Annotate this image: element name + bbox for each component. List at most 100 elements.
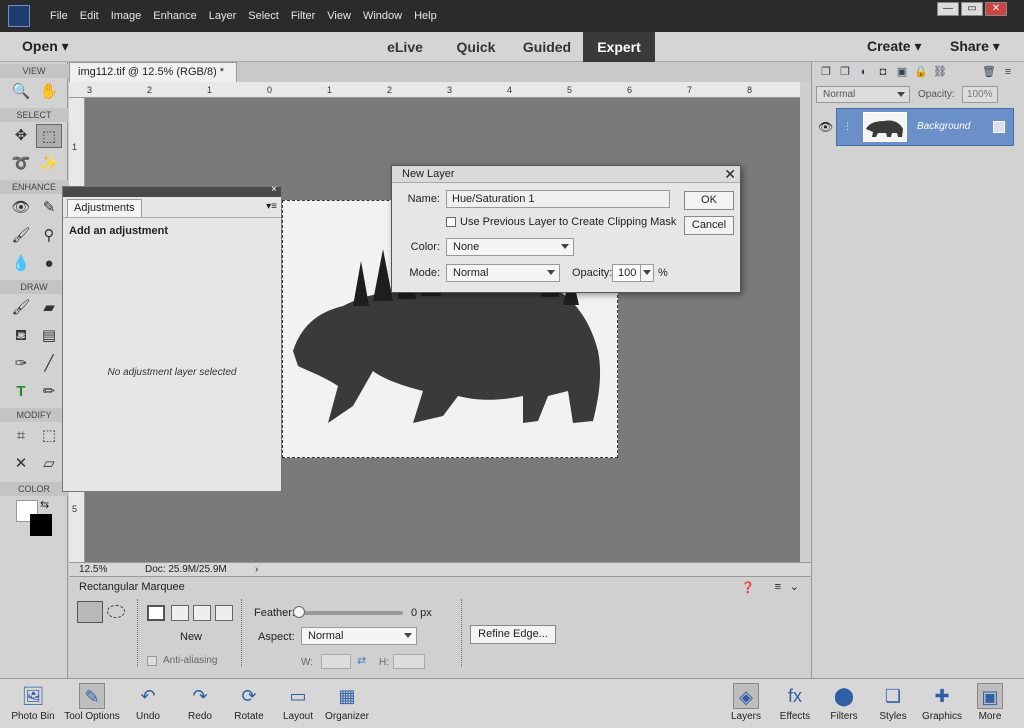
tab-quick[interactable]: Quick [446,32,506,62]
clipping-mask-checkbox[interactable] [446,217,456,227]
height-input[interactable] [393,654,425,669]
zoom-tool-icon[interactable]: 🔍 [8,80,34,104]
zoom-readout[interactable]: 12.5% [79,563,107,576]
menu-enhance[interactable]: Enhance [147,10,202,22]
vertical-scrollbar[interactable] [800,82,811,562]
lock-transparency-icon[interactable]: ▣ [894,64,910,80]
content-aware-move-tool-icon[interactable]: ✕ [8,452,34,476]
smart-brush-tool-icon[interactable]: 🖌 [8,224,34,248]
move-tool-icon[interactable]: ✥ [8,124,34,148]
feather-slider-track[interactable] [297,611,403,615]
spot-healing-tool-icon[interactable]: ✎ [36,196,62,220]
add-selection-icon[interactable] [171,605,189,621]
width-label: W: [301,657,314,668]
dialog-close-icon[interactable]: ✕ [724,166,736,182]
intersect-selection-icon[interactable] [215,605,233,621]
delete-layer-icon[interactable]: 🗑 [981,64,997,80]
paint-bucket-tool-icon[interactable]: ⛾ [8,324,34,348]
marquee-tool-icon[interactable]: ⬚ [36,124,62,148]
status-arrow-icon[interactable]: › [255,563,258,576]
subtract-selection-icon[interactable] [193,605,211,621]
rectangular-marquee-option-icon[interactable] [77,601,103,623]
blur-tool-icon[interactable]: 💧 [8,252,34,276]
close-window-button[interactable]: ✕ [985,2,1007,16]
tab-guided[interactable]: Guided [514,32,580,62]
crop-tool-icon[interactable]: ⌗ [8,424,34,448]
layer-mask-icon[interactable]: ◘ [875,64,891,80]
open-button[interactable]: Open ▾ [22,38,69,55]
type-tool-icon[interactable]: T [8,380,34,404]
panel-menu-icon[interactable]: ≡ [1000,64,1016,80]
menu-view[interactable]: View [321,10,357,22]
menu-window[interactable]: Window [357,10,408,22]
red-eye-tool-icon[interactable]: 👁 [8,196,34,220]
new-group-icon[interactable]: ❒ [837,64,853,80]
menu-help[interactable]: Help [408,10,443,22]
straighten-tool-icon[interactable]: ▱ [36,452,62,476]
adjustments-close-icon[interactable]: × [271,184,277,195]
line-tool-icon[interactable]: ╱ [36,352,62,376]
tool-options-button[interactable]: ✎ Tool Options [62,683,122,722]
gradient-tool-icon[interactable]: ▤ [36,324,62,348]
more-button[interactable]: ▣ More [960,683,1020,722]
adjustment-layer-icon[interactable]: ◐ [856,64,872,80]
layer-name-input[interactable]: Hue/Saturation 1 [446,190,670,208]
panel-menu-icon[interactable]: ≡ [775,581,781,593]
color-select[interactable]: None [446,238,574,256]
collapse-chevron-icon[interactable]: ⌄ [790,580,799,593]
blend-mode-select[interactable]: Normal [816,86,910,103]
pencil-tool-icon[interactable]: ✏ [36,380,62,404]
visibility-eye-icon[interactable]: 👁 [818,120,833,134]
minimize-button[interactable]: — [937,2,959,16]
menu-file[interactable]: File [44,10,74,22]
tool-options-icon: ✎ [79,683,105,709]
sponge-tool-icon[interactable]: ● [36,252,62,276]
tab-elive[interactable]: eLive [376,32,434,62]
brush-tool-icon[interactable]: 🖌 [8,296,34,320]
link-icon[interactable]: ⛓ [932,64,948,80]
panel-menu-icon[interactable]: ▾≡ [266,201,277,212]
opacity-dropdown[interactable] [640,264,654,282]
recompose-tool-icon[interactable]: ⬚ [36,424,62,448]
restore-button[interactable]: ▭ [961,2,983,16]
magic-wand-tool-icon[interactable]: ✨ [36,152,62,176]
document-tab[interactable]: img112.tif @ 12.5% (RGB/8) * × [69,62,237,97]
cancel-button[interactable]: Cancel [684,216,734,235]
opacity-input[interactable]: 100 [612,264,642,282]
width-input[interactable] [321,654,351,669]
new-selection-icon[interactable] [147,605,165,621]
hand-tool-icon[interactable]: ✋ [36,80,62,104]
menu-layer[interactable]: Layer [203,10,243,22]
eraser-tool-icon[interactable]: ▰ [36,296,62,320]
share-button[interactable]: Share ▾ [950,38,1000,55]
photo-bin-button[interactable]: 🖼 Photo Bin [3,683,63,722]
aspect-select[interactable]: Normal [301,627,417,645]
layer-row-background[interactable]: ⋮ Background [836,108,1014,146]
menu-select[interactable]: Select [242,10,285,22]
swap-dimensions-icon[interactable]: ⇄ [357,654,366,667]
refine-edge-button[interactable]: Refine Edge... [470,625,556,644]
help-icon[interactable]: ❓ [741,581,755,594]
feather-slider-knob[interactable] [293,606,305,618]
new-layer-icon[interactable]: ❐ [818,64,834,80]
lock-icon[interactable]: 🔒 [913,64,929,80]
menu-edit[interactable]: Edit [74,10,105,22]
adjustments-titlebar[interactable]: × [63,184,281,197]
swap-colors-icon[interactable]: ⇆ [40,498,49,511]
menu-image[interactable]: Image [105,10,148,22]
background-color-swatch[interactable] [30,514,52,536]
anti-aliasing-checkbox[interactable] [147,656,157,666]
lasso-tool-icon[interactable]: ➰ [8,152,34,176]
menu-filter[interactable]: Filter [285,10,321,22]
organizer-button[interactable]: ▦ Organizer [317,683,377,722]
ok-button[interactable]: OK [684,191,734,210]
undo-button[interactable]: ↶ Undo [118,683,178,722]
clone-stamp-tool-icon[interactable]: ⚲ [36,224,62,248]
elliptical-marquee-option-icon[interactable] [107,605,125,618]
create-button[interactable]: Create ▾ [867,38,922,55]
layer-opacity-input[interactable]: 100% [962,86,998,103]
mode-select[interactable]: Normal [446,264,560,282]
tab-expert[interactable]: Expert [583,32,655,62]
eyedropper-tool-icon[interactable]: ✑ [8,352,34,376]
adjustments-tab[interactable]: Adjustments [67,199,142,217]
